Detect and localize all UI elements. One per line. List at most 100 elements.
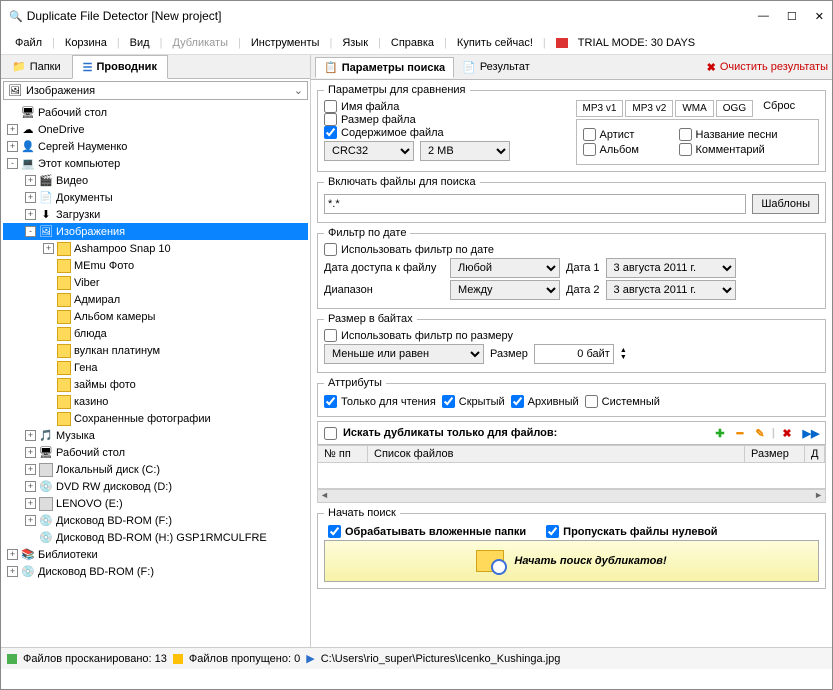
tree-item[interactable]: +Ashampoo Snap 10 bbox=[3, 240, 308, 257]
tree-item[interactable]: +💿DVD RW дисковод (D:) bbox=[3, 478, 308, 495]
expand-icon[interactable]: + bbox=[25, 464, 36, 475]
tab-explorer[interactable]: ☰Проводник bbox=[72, 55, 168, 79]
hash-method-select[interactable]: CRC32 bbox=[324, 141, 414, 161]
tree-item[interactable]: MEmu Фото bbox=[3, 257, 308, 274]
expand-icon[interactable] bbox=[43, 294, 54, 305]
expand-icon[interactable] bbox=[43, 362, 54, 373]
filesize-checkbox[interactable] bbox=[324, 113, 337, 126]
date2-select[interactable]: 3 августа 2011 г. bbox=[606, 280, 736, 300]
menu-file[interactable]: Файл bbox=[9, 35, 48, 51]
tagtab-wma[interactable]: WMA bbox=[675, 100, 713, 117]
tree-item[interactable]: Viber bbox=[3, 274, 308, 291]
menu-help[interactable]: Справка bbox=[385, 35, 440, 51]
expand-icon[interactable]: - bbox=[25, 226, 36, 237]
tree-item[interactable]: +Локальный диск (C:) bbox=[3, 461, 308, 478]
tree-item[interactable]: +🖥Рабочий стол bbox=[3, 444, 308, 461]
start-search-button[interactable]: Начать поиск дубликатов! bbox=[324, 540, 819, 582]
expand-icon[interactable]: + bbox=[7, 566, 18, 577]
tree-item[interactable]: -🖼Изображения bbox=[3, 223, 308, 240]
edit-icon[interactable]: ✎ bbox=[752, 425, 768, 441]
expand-icon[interactable]: + bbox=[25, 430, 36, 441]
tree-item[interactable]: +🎵Музыка bbox=[3, 427, 308, 444]
size-value-input[interactable] bbox=[534, 344, 614, 364]
expand-icon[interactable]: + bbox=[25, 175, 36, 186]
songtitle-checkbox[interactable] bbox=[679, 128, 692, 141]
clear-results-button[interactable]: ✖Очистить результаты bbox=[707, 61, 828, 74]
folder-tree[interactable]: 🖥Рабочий стол+☁OneDrive+👤Сергей Науменко… bbox=[1, 102, 310, 647]
tree-item[interactable]: Сохраненные фотографии bbox=[3, 410, 308, 427]
system-checkbox[interactable] bbox=[585, 395, 598, 408]
expand-icon[interactable] bbox=[7, 107, 18, 118]
skip-zero-checkbox[interactable] bbox=[546, 525, 559, 538]
album-checkbox[interactable] bbox=[583, 143, 596, 156]
block-size-select[interactable]: 2 MB bbox=[420, 141, 510, 161]
tree-item[interactable]: вулкан платинум bbox=[3, 342, 308, 359]
tree-item[interactable]: +📚Библиотеки bbox=[3, 546, 308, 563]
date1-select[interactable]: 3 августа 2011 г. bbox=[606, 258, 736, 278]
expand-icon[interactable]: + bbox=[25, 209, 36, 220]
filename-checkbox[interactable] bbox=[324, 100, 337, 113]
subfolders-checkbox[interactable] bbox=[328, 525, 341, 538]
expand-icon[interactable] bbox=[25, 532, 36, 543]
tree-item[interactable]: -💻Этот компьютер bbox=[3, 155, 308, 172]
expand-icon[interactable]: + bbox=[25, 498, 36, 509]
hidden-checkbox[interactable] bbox=[442, 395, 455, 408]
tagtab-ogg[interactable]: OGG bbox=[716, 100, 753, 117]
menu-duplicates[interactable]: Дубликаты bbox=[166, 35, 234, 51]
expand-icon[interactable] bbox=[43, 328, 54, 339]
archive-checkbox[interactable] bbox=[511, 395, 524, 408]
tree-item[interactable]: Гена bbox=[3, 359, 308, 376]
size-op-select[interactable]: Меньше или равен bbox=[324, 344, 484, 364]
menu-view[interactable]: Вид bbox=[124, 35, 156, 51]
reset-tags-link[interactable]: Сброс bbox=[763, 100, 795, 117]
tree-item[interactable]: казино bbox=[3, 393, 308, 410]
files-only-checkbox[interactable] bbox=[324, 427, 337, 440]
expand-icon[interactable] bbox=[43, 277, 54, 288]
expand-icon[interactable]: + bbox=[25, 481, 36, 492]
tree-item[interactable]: +💿Дисковод BD-ROM (F:) bbox=[3, 512, 308, 529]
expand-icon[interactable] bbox=[43, 260, 54, 271]
tree-item[interactable]: +⬇Загрузки bbox=[3, 206, 308, 223]
expand-icon[interactable] bbox=[43, 311, 54, 322]
location-combo[interactable]: 🖼 Изображения ⌄ bbox=[3, 81, 308, 100]
range-select[interactable]: Между bbox=[450, 280, 560, 300]
tree-item[interactable]: +💿Дисковод BD-ROM (F:) bbox=[3, 563, 308, 580]
tree-item[interactable]: +🎬Видео bbox=[3, 172, 308, 189]
access-select[interactable]: Любой bbox=[450, 258, 560, 278]
tree-item[interactable]: +☁OneDrive bbox=[3, 121, 308, 138]
maximize-button[interactable]: ☐ bbox=[787, 10, 797, 23]
tree-item[interactable]: +📄Документы bbox=[3, 189, 308, 206]
use-size-filter-checkbox[interactable] bbox=[324, 329, 337, 342]
tab-result[interactable]: 📄Результат bbox=[454, 58, 538, 77]
artist-checkbox[interactable] bbox=[583, 128, 596, 141]
expand-icon[interactable]: - bbox=[7, 158, 18, 169]
expand-icon[interactable]: + bbox=[7, 549, 18, 560]
expand-icon[interactable]: + bbox=[25, 447, 36, 458]
next-icon[interactable]: ▶▶ bbox=[803, 425, 819, 441]
expand-icon[interactable]: + bbox=[25, 192, 36, 203]
use-date-filter-checkbox[interactable] bbox=[324, 243, 337, 256]
tree-item[interactable]: 🖥Рабочий стол bbox=[3, 104, 308, 121]
tree-item[interactable]: +LENOVO (E:) bbox=[3, 495, 308, 512]
close-button[interactable]: ✕ bbox=[815, 10, 824, 23]
menu-buy[interactable]: Купить сейчас! bbox=[451, 35, 539, 51]
minimize-button[interactable]: — bbox=[758, 10, 769, 23]
tagtab-mp3v1[interactable]: MP3 v1 bbox=[576, 100, 624, 117]
comment-checkbox[interactable] bbox=[679, 143, 692, 156]
tab-folders[interactable]: 📁Папки bbox=[1, 55, 72, 78]
tab-search-params[interactable]: 📋Параметры поиска bbox=[315, 57, 454, 78]
expand-icon[interactable]: + bbox=[7, 124, 18, 135]
expand-icon[interactable]: + bbox=[7, 141, 18, 152]
expand-icon[interactable] bbox=[43, 396, 54, 407]
menu-tools[interactable]: Инструменты bbox=[245, 35, 326, 51]
expand-icon[interactable] bbox=[43, 345, 54, 356]
templates-button[interactable]: Шаблоны bbox=[752, 194, 819, 214]
tagtab-mp3v2[interactable]: MP3 v2 bbox=[625, 100, 673, 117]
size-stepper[interactable]: ▲▼ bbox=[620, 347, 627, 361]
tree-item[interactable]: Альбом камеры bbox=[3, 308, 308, 325]
menu-trash[interactable]: Корзина bbox=[59, 35, 113, 51]
remove-icon[interactable]: ━ bbox=[732, 425, 748, 441]
tree-item[interactable]: займы фото bbox=[3, 376, 308, 393]
readonly-checkbox[interactable] bbox=[324, 395, 337, 408]
tree-item[interactable]: +👤Сергей Науменко bbox=[3, 138, 308, 155]
